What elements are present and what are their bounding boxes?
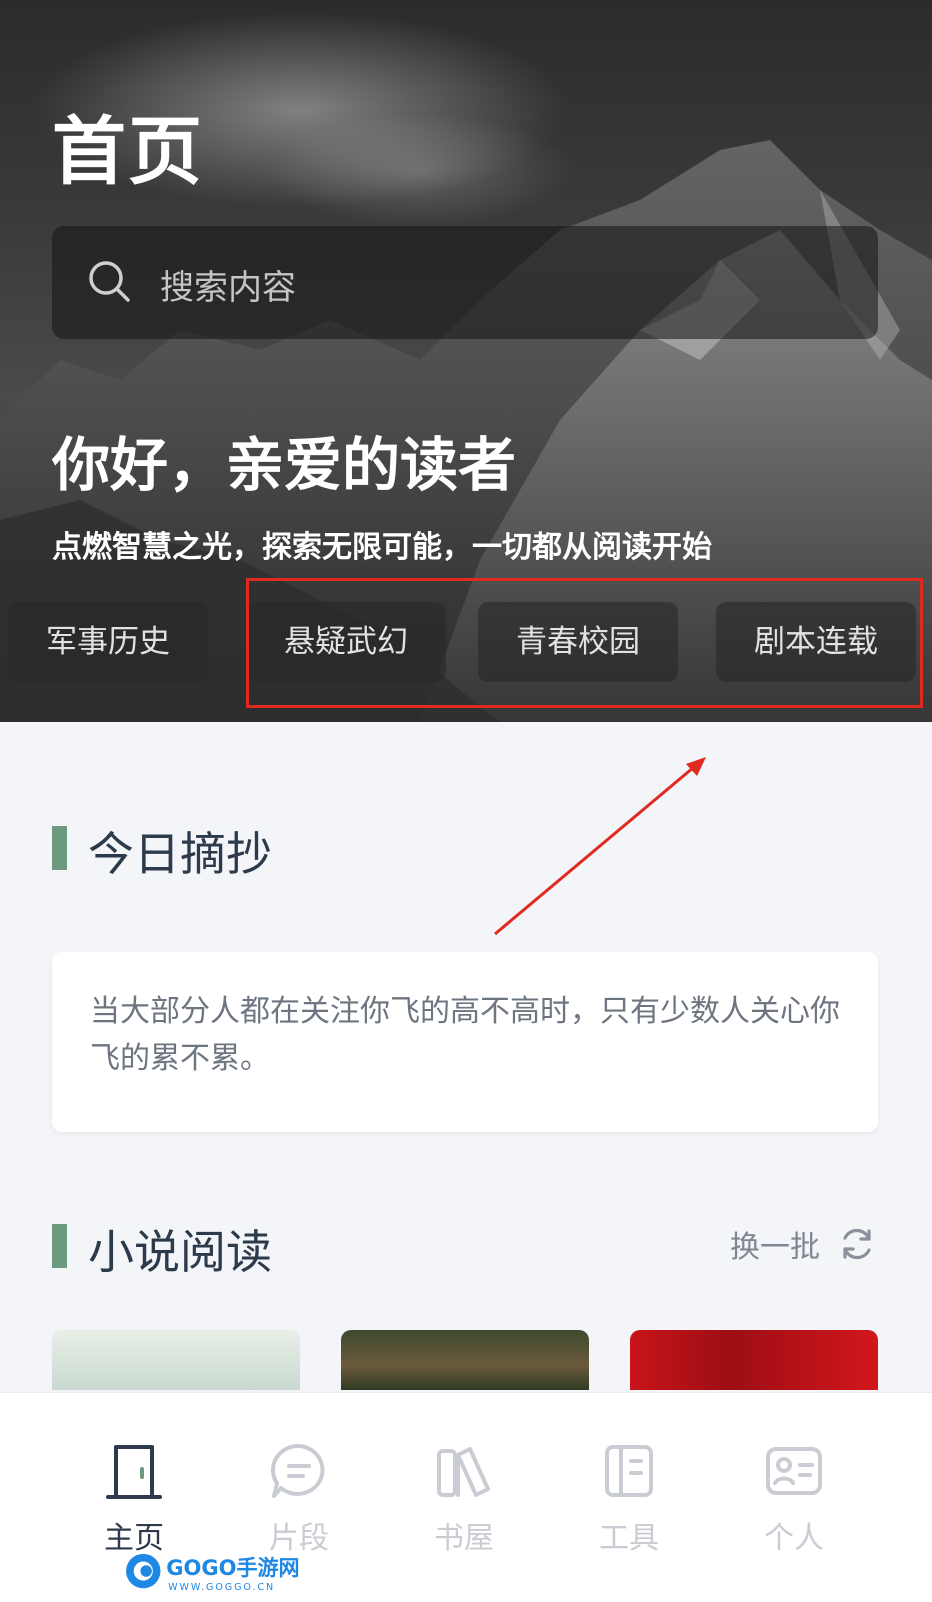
novel-section-title: 小说阅读 bbox=[88, 1225, 272, 1279]
tab-tools-label: 工具 bbox=[599, 1521, 659, 1556]
daily-quote-header: 今日摘抄 bbox=[52, 818, 452, 881]
novel-section-header: 小说阅读 bbox=[52, 1216, 452, 1279]
book-cover-1[interactable] bbox=[52, 1330, 300, 1390]
watermark-brand: GOGO手游网 bbox=[166, 1555, 299, 1580]
quote-text: 当大部分人都在关注你飞的高不高时，只有少数人关心你飞的累不累。 bbox=[90, 994, 840, 1076]
books-icon bbox=[437, 1447, 490, 1497]
toolbox-icon bbox=[605, 1445, 653, 1497]
watermark-logo: GOGO手游网 WWW.GOGGO.CN bbox=[126, 1553, 300, 1593]
tab-profile[interactable]: 个人 bbox=[719, 1393, 869, 1602]
watermark-url: WWW.GOGGO.CN bbox=[168, 1582, 275, 1593]
book-cover-3[interactable] bbox=[630, 1330, 878, 1390]
id-card-icon bbox=[766, 1447, 822, 1495]
door-icon bbox=[106, 1445, 162, 1499]
refresh-label: 换一批 bbox=[730, 1230, 820, 1265]
chat-bubble-icon bbox=[271, 1443, 325, 1498]
refresh-icon bbox=[843, 1228, 871, 1260]
tab-tools[interactable]: 工具 bbox=[554, 1393, 704, 1602]
tab-profile-label: 个人 bbox=[764, 1521, 824, 1556]
section-accent-bar bbox=[52, 826, 67, 870]
book-cover-2[interactable] bbox=[341, 1330, 589, 1390]
quote-card[interactable]: 当大部分人都在关注你飞的高不高时，只有少数人关心你飞的累不累。 bbox=[52, 952, 878, 1132]
tab-bookstore-label: 书屋 bbox=[434, 1521, 494, 1556]
refresh-button[interactable]: 换一批 bbox=[730, 1222, 876, 1266]
section-accent-bar bbox=[52, 1224, 67, 1268]
daily-quote-title: 今日摘抄 bbox=[88, 827, 272, 881]
tab-bookstore[interactable]: 书屋 bbox=[389, 1393, 539, 1602]
